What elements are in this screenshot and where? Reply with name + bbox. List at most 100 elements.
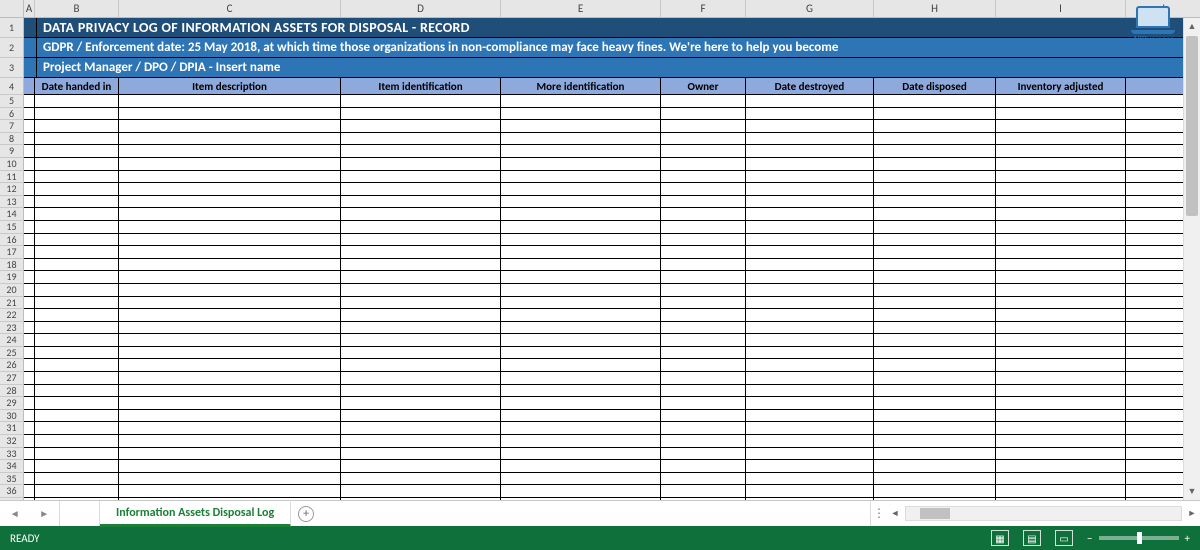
cell[interactable] <box>661 422 746 435</box>
cell[interactable] <box>501 473 661 486</box>
cell[interactable] <box>996 422 1126 435</box>
cell[interactable] <box>996 498 1126 500</box>
cell[interactable] <box>501 145 661 158</box>
chevron-left-icon[interactable]: ◄ <box>10 507 20 520</box>
cell[interactable] <box>874 183 996 196</box>
table-header[interactable]: Inventory adjusted <box>996 78 1126 95</box>
row-header[interactable]: 24 <box>0 334 24 347</box>
cell[interactable] <box>874 435 996 448</box>
cell[interactable] <box>874 246 996 259</box>
cell[interactable] <box>874 133 996 146</box>
cell[interactable] <box>119 422 341 435</box>
cell[interactable] <box>341 473 501 486</box>
cell[interactable] <box>119 448 341 461</box>
sheet-nav-arrows[interactable]: ◄ ► <box>0 501 60 526</box>
cell[interactable] <box>746 145 874 158</box>
cell[interactable] <box>35 309 119 322</box>
cell[interactable] <box>35 271 119 284</box>
cell[interactable] <box>341 234 501 247</box>
cell[interactable] <box>501 460 661 473</box>
cell[interactable] <box>119 410 341 423</box>
cell[interactable] <box>35 347 119 360</box>
cell[interactable] <box>661 234 746 247</box>
cell[interactable] <box>661 485 746 498</box>
cell[interactable] <box>996 334 1126 347</box>
horizontal-scroll-thumb[interactable] <box>920 508 950 519</box>
cell[interactable] <box>746 498 874 500</box>
cell[interactable] <box>501 284 661 297</box>
cell[interactable] <box>996 473 1126 486</box>
cell[interactable] <box>996 183 1126 196</box>
cell[interactable] <box>661 259 746 272</box>
column-header-G[interactable]: G <box>746 0 874 17</box>
cell[interactable] <box>24 196 35 209</box>
cell[interactable] <box>35 171 119 184</box>
cell[interactable] <box>996 259 1126 272</box>
cell[interactable] <box>501 422 661 435</box>
cell[interactable] <box>35 133 119 146</box>
cell[interactable] <box>501 485 661 498</box>
cell[interactable] <box>874 271 996 284</box>
cell[interactable] <box>35 460 119 473</box>
cell[interactable] <box>119 309 341 322</box>
row-header[interactable]: 12 <box>0 183 24 196</box>
cell[interactable] <box>661 410 746 423</box>
cell[interactable] <box>119 95 341 108</box>
cell[interactable] <box>119 485 341 498</box>
scroll-up-button[interactable]: ▲ <box>1184 18 1200 35</box>
cell[interactable] <box>996 485 1126 498</box>
cell[interactable] <box>24 473 35 486</box>
row-header[interactable]: 37 <box>0 498 24 500</box>
cell[interactable] <box>35 485 119 498</box>
cell[interactable] <box>501 410 661 423</box>
table-header[interactable]: More identification <box>501 78 661 95</box>
cell[interactable] <box>119 158 341 171</box>
cell[interactable] <box>24 448 35 461</box>
cell[interactable] <box>746 183 874 196</box>
row-headers[interactable]: 1234567891011121314151617181920212223242… <box>0 18 24 500</box>
cell[interactable] <box>996 460 1126 473</box>
cell[interactable] <box>501 372 661 385</box>
cell[interactable] <box>35 435 119 448</box>
cell[interactable] <box>746 422 874 435</box>
cell[interactable] <box>119 171 341 184</box>
cell[interactable] <box>341 372 501 385</box>
cell[interactable] <box>119 108 341 121</box>
row-header[interactable]: 10 <box>0 158 24 171</box>
cell[interactable] <box>746 171 874 184</box>
cell[interactable] <box>119 322 341 335</box>
cell[interactable] <box>874 334 996 347</box>
cell[interactable] <box>746 259 874 272</box>
cell[interactable] <box>24 171 35 184</box>
cell[interactable] <box>996 284 1126 297</box>
cell[interactable] <box>24 158 35 171</box>
cell[interactable] <box>874 485 996 498</box>
cell[interactable] <box>996 410 1126 423</box>
cell[interactable] <box>341 397 501 410</box>
cell[interactable] <box>996 297 1126 310</box>
horizontal-scrollbar[interactable]: ⋮ ◄ ► <box>870 501 1200 526</box>
cell[interactable] <box>119 208 341 221</box>
cell[interactable] <box>119 498 341 500</box>
cell[interactable] <box>661 372 746 385</box>
cell[interactable] <box>341 334 501 347</box>
cell[interactable] <box>119 271 341 284</box>
cell[interactable] <box>874 473 996 486</box>
cell[interactable] <box>996 120 1126 133</box>
cell[interactable] <box>996 322 1126 335</box>
cell[interactable] <box>874 120 996 133</box>
cell[interactable] <box>119 334 341 347</box>
cell[interactable] <box>35 410 119 423</box>
cell[interactable] <box>341 284 501 297</box>
cell[interactable] <box>661 334 746 347</box>
cell[interactable] <box>874 145 996 158</box>
row-header[interactable]: 2 <box>0 38 24 58</box>
cell[interactable] <box>24 372 35 385</box>
vertical-scroll-thumb[interactable] <box>1186 36 1198 216</box>
cell[interactable] <box>24 309 35 322</box>
zoom-in-button[interactable]: + <box>1185 532 1190 545</box>
cell[interactable] <box>996 359 1126 372</box>
cell[interactable] <box>874 322 996 335</box>
cell[interactable] <box>341 108 501 121</box>
cell[interactable] <box>341 460 501 473</box>
